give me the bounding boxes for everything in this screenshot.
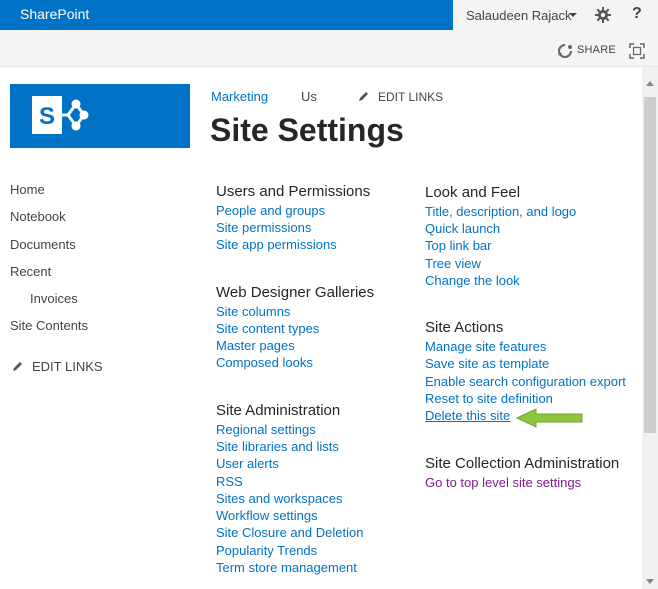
- section-title-users-permissions: Users and Permissions: [216, 183, 371, 200]
- share-button[interactable]: SHARE: [577, 44, 616, 56]
- user-menu[interactable]: Salaudeen Rajack: [466, 8, 572, 23]
- section-title-site-administration: Site Administration: [216, 402, 341, 419]
- topnav-edit-links[interactable]: EDIT LINKS: [378, 90, 443, 104]
- section-title-web-designer-galleries: Web Designer Galleries: [216, 284, 375, 301]
- link-change-the-look[interactable]: Change the look: [425, 273, 520, 288]
- link-workflow-settings[interactable]: Workflow settings: [216, 508, 318, 523]
- pencil-icon: [13, 362, 22, 371]
- quicklaunch-item-notebook[interactable]: Notebook: [10, 209, 66, 224]
- topnav-item-marketing[interactable]: Marketing: [211, 89, 268, 104]
- link-top-link-bar[interactable]: Top link bar: [425, 238, 491, 253]
- quicklaunch-item-site-contents[interactable]: Site Contents: [10, 318, 88, 333]
- chevron-down-icon[interactable]: [569, 13, 577, 17]
- link-manage-site-features[interactable]: Manage site features: [425, 339, 546, 354]
- svg-text:S: S: [39, 103, 55, 130]
- link-site-app-permissions[interactable]: Site app permissions: [216, 237, 337, 252]
- section-title-look-and-feel: Look and Feel: [425, 184, 521, 201]
- link-site-libraries-and-lists[interactable]: Site libraries and lists: [216, 439, 339, 454]
- link-people-and-groups[interactable]: People and groups: [216, 203, 325, 218]
- quicklaunch-item-documents[interactable]: Documents: [10, 237, 76, 252]
- link-user-alerts[interactable]: User alerts: [216, 456, 279, 471]
- quicklaunch-item-invoices[interactable]: Invoices: [30, 291, 78, 306]
- page-title: Site Settings: [210, 112, 404, 148]
- link-popularity-trends[interactable]: Popularity Trends: [216, 543, 317, 558]
- scroll-down-arrow-icon[interactable]: [646, 579, 654, 584]
- focus-on-content-icon[interactable]: [629, 43, 645, 59]
- link-site-columns[interactable]: Site columns: [216, 304, 290, 319]
- link-site-permissions[interactable]: Site permissions: [216, 220, 311, 235]
- site-logo[interactable]: S: [10, 84, 190, 148]
- link-reset-to-site-definition[interactable]: Reset to site definition: [425, 391, 553, 406]
- link-delete-this-site[interactable]: Delete this site: [425, 408, 510, 423]
- sharepoint-brand-link[interactable]: SharePoint: [20, 6, 89, 22]
- green-arrow-icon: [516, 408, 583, 428]
- link-go-to-top-level-site-settings[interactable]: Go to top level site settings: [425, 475, 581, 490]
- quicklaunch-edit-links[interactable]: EDIT LINKS: [32, 359, 103, 374]
- link-title-description-logo[interactable]: Title, description, and logo: [425, 204, 576, 219]
- section-title-site-collection-administration: Site Collection Administration: [425, 455, 620, 472]
- quicklaunch-item-recent[interactable]: Recent: [10, 264, 51, 279]
- gear-icon[interactable]: [595, 7, 611, 23]
- quicklaunch-item-home[interactable]: Home: [10, 182, 45, 197]
- link-site-content-types[interactable]: Site content types: [216, 321, 319, 336]
- link-sites-and-workspaces[interactable]: Sites and workspaces: [216, 491, 342, 506]
- link-composed-looks[interactable]: Composed looks: [216, 355, 313, 370]
- section-title-site-actions: Site Actions: [425, 319, 504, 336]
- link-rss[interactable]: RSS: [216, 474, 243, 489]
- link-regional-settings[interactable]: Regional settings: [216, 422, 316, 437]
- topnav-item-us[interactable]: Us: [301, 89, 317, 104]
- link-tree-view[interactable]: Tree view: [425, 256, 481, 271]
- pencil-icon: [359, 92, 368, 101]
- share-icon[interactable]: [557, 43, 573, 59]
- scroll-thumb[interactable]: [644, 97, 656, 433]
- link-enable-search-configuration-export[interactable]: Enable search configuration export: [425, 374, 626, 389]
- link-term-store-management[interactable]: Term store management: [216, 560, 357, 575]
- link-master-pages[interactable]: Master pages: [216, 338, 295, 353]
- link-quick-launch[interactable]: Quick launch: [425, 221, 500, 236]
- scroll-up-arrow-icon[interactable]: [646, 81, 654, 86]
- link-site-closure-and-deletion[interactable]: Site Closure and Deletion: [216, 525, 363, 540]
- link-save-site-as-template[interactable]: Save site as template: [425, 356, 549, 371]
- help-icon[interactable]: ?: [632, 5, 642, 23]
